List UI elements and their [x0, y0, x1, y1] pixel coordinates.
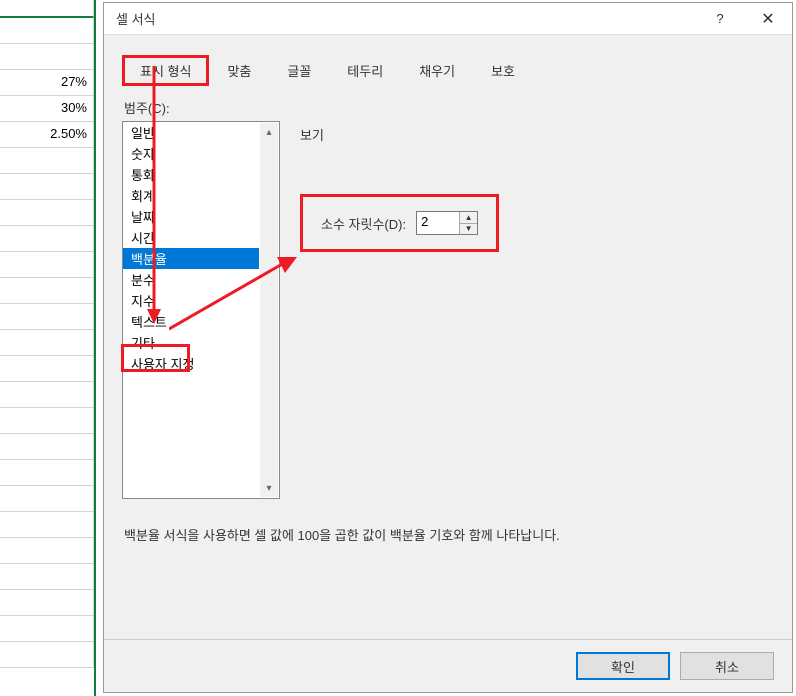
dialog-body: 범주(C): 일반 숫자 통화 회계 날짜 시간 백분율 분수 지수 텍스트 기… — [104, 86, 792, 544]
list-inner: 일반 숫자 통화 회계 날짜 시간 백분율 분수 지수 텍스트 기타 사용자 지… — [123, 122, 259, 498]
category-item-currency[interactable]: 통화 — [123, 164, 259, 185]
spreadsheet-column: 27% 30% 2.50% — [0, 0, 96, 696]
cell[interactable] — [0, 304, 94, 330]
cell[interactable] — [0, 148, 94, 174]
cell[interactable] — [0, 44, 94, 70]
category-item-scientific[interactable]: 지수 — [123, 290, 259, 311]
tab-border[interactable]: 테두리 — [329, 55, 401, 86]
cell[interactable] — [0, 174, 94, 200]
ok-button[interactable]: 확인 — [576, 652, 670, 680]
cell[interactable]: 30% — [0, 96, 94, 122]
cell[interactable] — [0, 330, 94, 356]
cell[interactable] — [0, 512, 94, 538]
category-item-number[interactable]: 숫자 — [123, 143, 259, 164]
cell[interactable] — [0, 616, 94, 642]
cell[interactable] — [0, 252, 94, 278]
cell[interactable]: 27% — [0, 70, 94, 96]
preview-label: 보기 — [300, 125, 774, 144]
scroll-up-icon[interactable]: ▴ — [260, 123, 278, 141]
title-bar: 셀 서식 ? ✕ — [104, 3, 792, 35]
scroll-down-icon[interactable]: ▾ — [260, 479, 278, 497]
cell[interactable] — [0, 590, 94, 616]
tab-protection[interactable]: 보호 — [473, 55, 533, 86]
cell[interactable] — [0, 486, 94, 512]
category-label: 범주(C): — [124, 98, 774, 117]
cell[interactable] — [0, 278, 94, 304]
main-row: 일반 숫자 통화 회계 날짜 시간 백분율 분수 지수 텍스트 기타 사용자 지… — [122, 121, 774, 499]
cell[interactable] — [0, 460, 94, 486]
cell[interactable]: 2.50% — [0, 122, 94, 148]
cell[interactable] — [0, 408, 94, 434]
tab-alignment[interactable]: 맞춤 — [209, 55, 269, 86]
format-cells-dialog: 셀 서식 ? ✕ 표시 형식 맞춤 글꼴 테두리 채우기 보호 범주(C): 일… — [103, 2, 793, 693]
category-item-general[interactable]: 일반 — [123, 122, 259, 143]
decimal-label: 소수 자릿수(D): — [321, 214, 406, 233]
cancel-button[interactable]: 취소 — [680, 652, 774, 680]
cell[interactable] — [0, 538, 94, 564]
format-description: 백분율 서식을 사용하면 셀 값에 100을 곱한 값이 백분율 기호와 함께 … — [124, 525, 774, 544]
spinner-down-button[interactable]: ▼ — [460, 224, 477, 235]
decimal-spinner: 2 ▲ ▼ — [416, 211, 478, 235]
category-item-fraction[interactable]: 분수 — [123, 269, 259, 290]
cell[interactable] — [0, 226, 94, 252]
tab-row: 표시 형식 맞춤 글꼴 테두리 채우기 보호 — [104, 35, 792, 86]
button-separator — [104, 639, 792, 640]
close-icon: ✕ — [761, 9, 774, 29]
category-item-special[interactable]: 기타 — [123, 332, 259, 353]
cell[interactable] — [0, 200, 94, 226]
category-item-custom[interactable]: 사용자 지정 — [123, 353, 259, 374]
spinner-up-button[interactable]: ▲ — [460, 212, 477, 224]
category-item-date[interactable]: 날짜 — [123, 206, 259, 227]
help-icon: ? — [716, 11, 723, 26]
right-panel: 보기 소수 자릿수(D): 2 ▲ ▼ — [300, 121, 774, 499]
category-item-time[interactable]: 시간 — [123, 227, 259, 248]
cell[interactable] — [0, 382, 94, 408]
tab-fill[interactable]: 채우기 — [401, 55, 473, 86]
button-bar: 확인 취소 — [576, 652, 774, 680]
tab-font[interactable]: 글꼴 — [269, 55, 329, 86]
cell[interactable] — [0, 356, 94, 382]
cell[interactable] — [0, 434, 94, 460]
help-button[interactable]: ? — [696, 3, 744, 35]
category-item-percentage[interactable]: 백분율 — [123, 248, 259, 269]
category-listbox[interactable]: 일반 숫자 통화 회계 날짜 시간 백분율 분수 지수 텍스트 기타 사용자 지… — [122, 121, 280, 499]
dialog-title: 셀 서식 — [116, 9, 696, 28]
tab-number-format[interactable]: 표시 형식 — [122, 55, 209, 86]
cell[interactable] — [0, 564, 94, 590]
spinner-buttons: ▲ ▼ — [459, 212, 477, 234]
cell[interactable] — [0, 18, 94, 44]
list-scrollbar[interactable]: ▴ ▾ — [260, 123, 278, 497]
category-item-accounting[interactable]: 회계 — [123, 185, 259, 206]
decimal-group-highlight: 소수 자릿수(D): 2 ▲ ▼ — [300, 194, 499, 252]
category-item-text[interactable]: 텍스트 — [123, 311, 259, 332]
cell-header[interactable] — [0, 0, 94, 18]
cell[interactable] — [0, 642, 94, 668]
close-button[interactable]: ✕ — [744, 3, 792, 35]
decimal-input[interactable]: 2 — [417, 212, 459, 234]
